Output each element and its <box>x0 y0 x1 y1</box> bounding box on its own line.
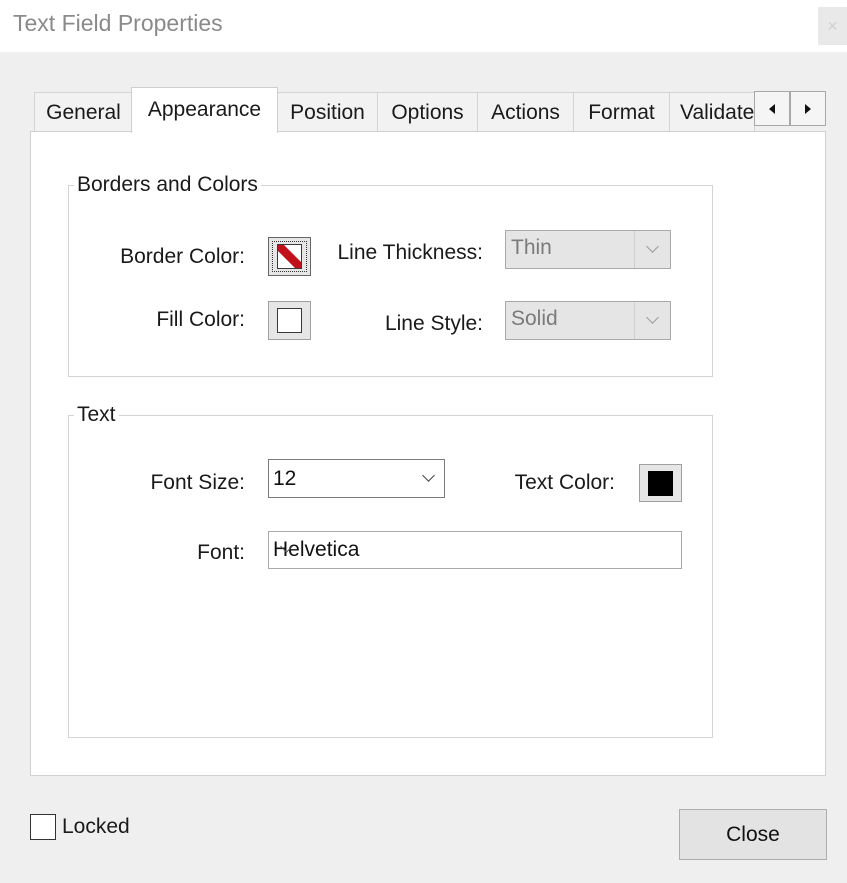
font-size-combo[interactable]: 12 <box>268 459 445 498</box>
tab-label: Position <box>290 101 365 124</box>
locked-label[interactable]: Locked <box>62 815 130 839</box>
tab-general[interactable]: General <box>34 92 133 131</box>
appearance-panel: Borders and Colors Border Color: Fill Co… <box>30 131 826 776</box>
locked-checkbox[interactable] <box>30 814 56 840</box>
no-color-swatch-icon <box>277 244 302 269</box>
tab-validate[interactable]: Validate <box>669 92 755 131</box>
triangle-right-icon <box>805 103 811 114</box>
tab-scroll-right-button[interactable] <box>790 91 826 126</box>
line-style-label: Line Style: <box>384 312 483 335</box>
text-legend: Text <box>74 403 119 427</box>
line-style-value: Solid <box>511 307 558 330</box>
line-thickness-select[interactable]: Thin <box>505 230 671 269</box>
tab-appearance[interactable]: Appearance <box>131 87 278 133</box>
tab-position[interactable]: Position <box>277 92 378 131</box>
empty-swatch-icon <box>277 308 302 333</box>
tab-format[interactable]: Format <box>573 92 670 131</box>
font-select[interactable]: Helvetica <box>268 531 682 569</box>
tab-label: Appearance <box>147 98 262 121</box>
fill-color-label: Fill Color: <box>156 308 245 331</box>
fill-color-button[interactable] <box>268 301 311 340</box>
tab-label: Validate <box>680 101 755 124</box>
window-close-button[interactable]: ✕ <box>818 7 847 45</box>
dropdown-arrow <box>634 231 670 268</box>
tab-scroll-left-button[interactable] <box>754 91 790 126</box>
tab-label: Format <box>588 101 655 124</box>
borders-colors-legend: Borders and Colors <box>74 173 261 197</box>
line-style-select[interactable]: Solid <box>505 301 671 340</box>
triangle-left-icon <box>769 103 775 114</box>
text-color-button[interactable] <box>639 464 682 502</box>
border-color-label: Border Color: <box>120 245 245 268</box>
border-color-button[interactable] <box>268 237 311 276</box>
dropdown-arrow <box>634 302 670 339</box>
tab-options[interactable]: Options <box>377 92 478 131</box>
tab-label: Actions <box>491 101 560 124</box>
black-swatch-icon <box>648 470 673 496</box>
chevron-down-icon <box>646 311 659 324</box>
chevron-down-icon <box>422 469 435 482</box>
close-button[interactable]: Close <box>679 809 827 860</box>
chevron-down-icon <box>646 240 659 253</box>
focus-ring <box>272 241 307 272</box>
window-title: Text Field Properties <box>13 10 223 36</box>
font-label: Font: <box>197 541 245 564</box>
text-color-label: Text Color: <box>514 471 615 494</box>
tab-label: General <box>46 101 121 124</box>
close-icon: ✕ <box>826 18 839 34</box>
line-thickness-label: Line Thickness: <box>337 241 483 264</box>
tab-label: Options <box>391 101 464 124</box>
close-button-label: Close <box>726 822 780 846</box>
title-bar: Text Field Properties ✕ <box>0 0 847 52</box>
borders-colors-group <box>68 185 713 377</box>
line-thickness-value: Thin <box>511 236 552 259</box>
tab-actions[interactable]: Actions <box>477 92 574 131</box>
font-size-value: 12 <box>273 467 297 490</box>
font-size-label: Font Size: <box>150 471 245 494</box>
